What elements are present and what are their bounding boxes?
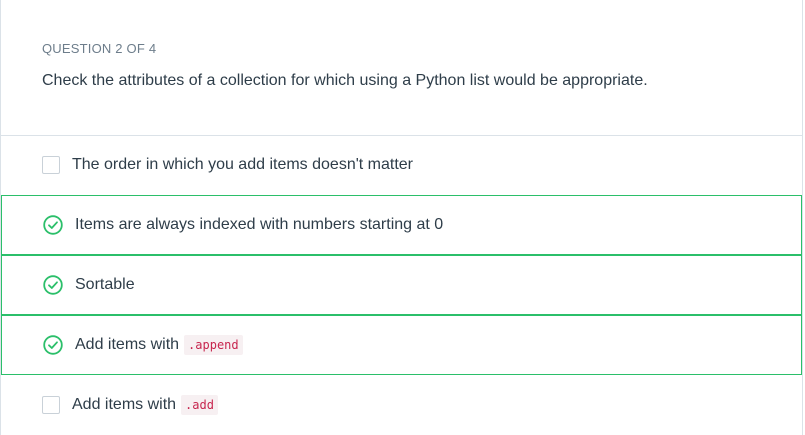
check-circle-icon[interactable] [43,275,63,295]
answer-option-label: Add items with .append [75,335,243,355]
answer-option[interactable]: Add items with .add [1,375,802,435]
code-snippet: .append [184,335,243,355]
answer-option[interactable]: Items are always indexed with numbers st… [1,195,802,255]
answer-option[interactable]: Add items with .append [1,315,802,375]
answer-option[interactable]: The order in which you add items doesn't… [1,135,802,195]
question-header: QUESTION 2 OF 4 Check the attributes of … [1,0,802,136]
check-circle-icon[interactable] [43,335,63,355]
code-snippet: .add [181,395,218,415]
question-text: Check the attributes of a collection for… [42,72,648,89]
answer-option-text: Add items with [75,336,180,353]
answer-option[interactable]: Sortable [1,255,802,315]
answer-option-label: Items are always indexed with numbers st… [75,216,444,233]
question-number: QUESTION 2 OF 4 [42,41,157,56]
check-circle-icon[interactable] [43,215,63,235]
quiz-card: QUESTION 2 OF 4 Check the attributes of … [0,0,803,435]
answer-option-label: Add items with .add [72,395,218,415]
checkbox-unchecked[interactable] [42,396,60,414]
checkbox-unchecked[interactable] [42,156,60,174]
answer-option-label: Sortable [75,276,135,293]
answer-option-label: The order in which you add items doesn't… [72,156,413,173]
answer-option-text: Add items with [72,396,177,413]
